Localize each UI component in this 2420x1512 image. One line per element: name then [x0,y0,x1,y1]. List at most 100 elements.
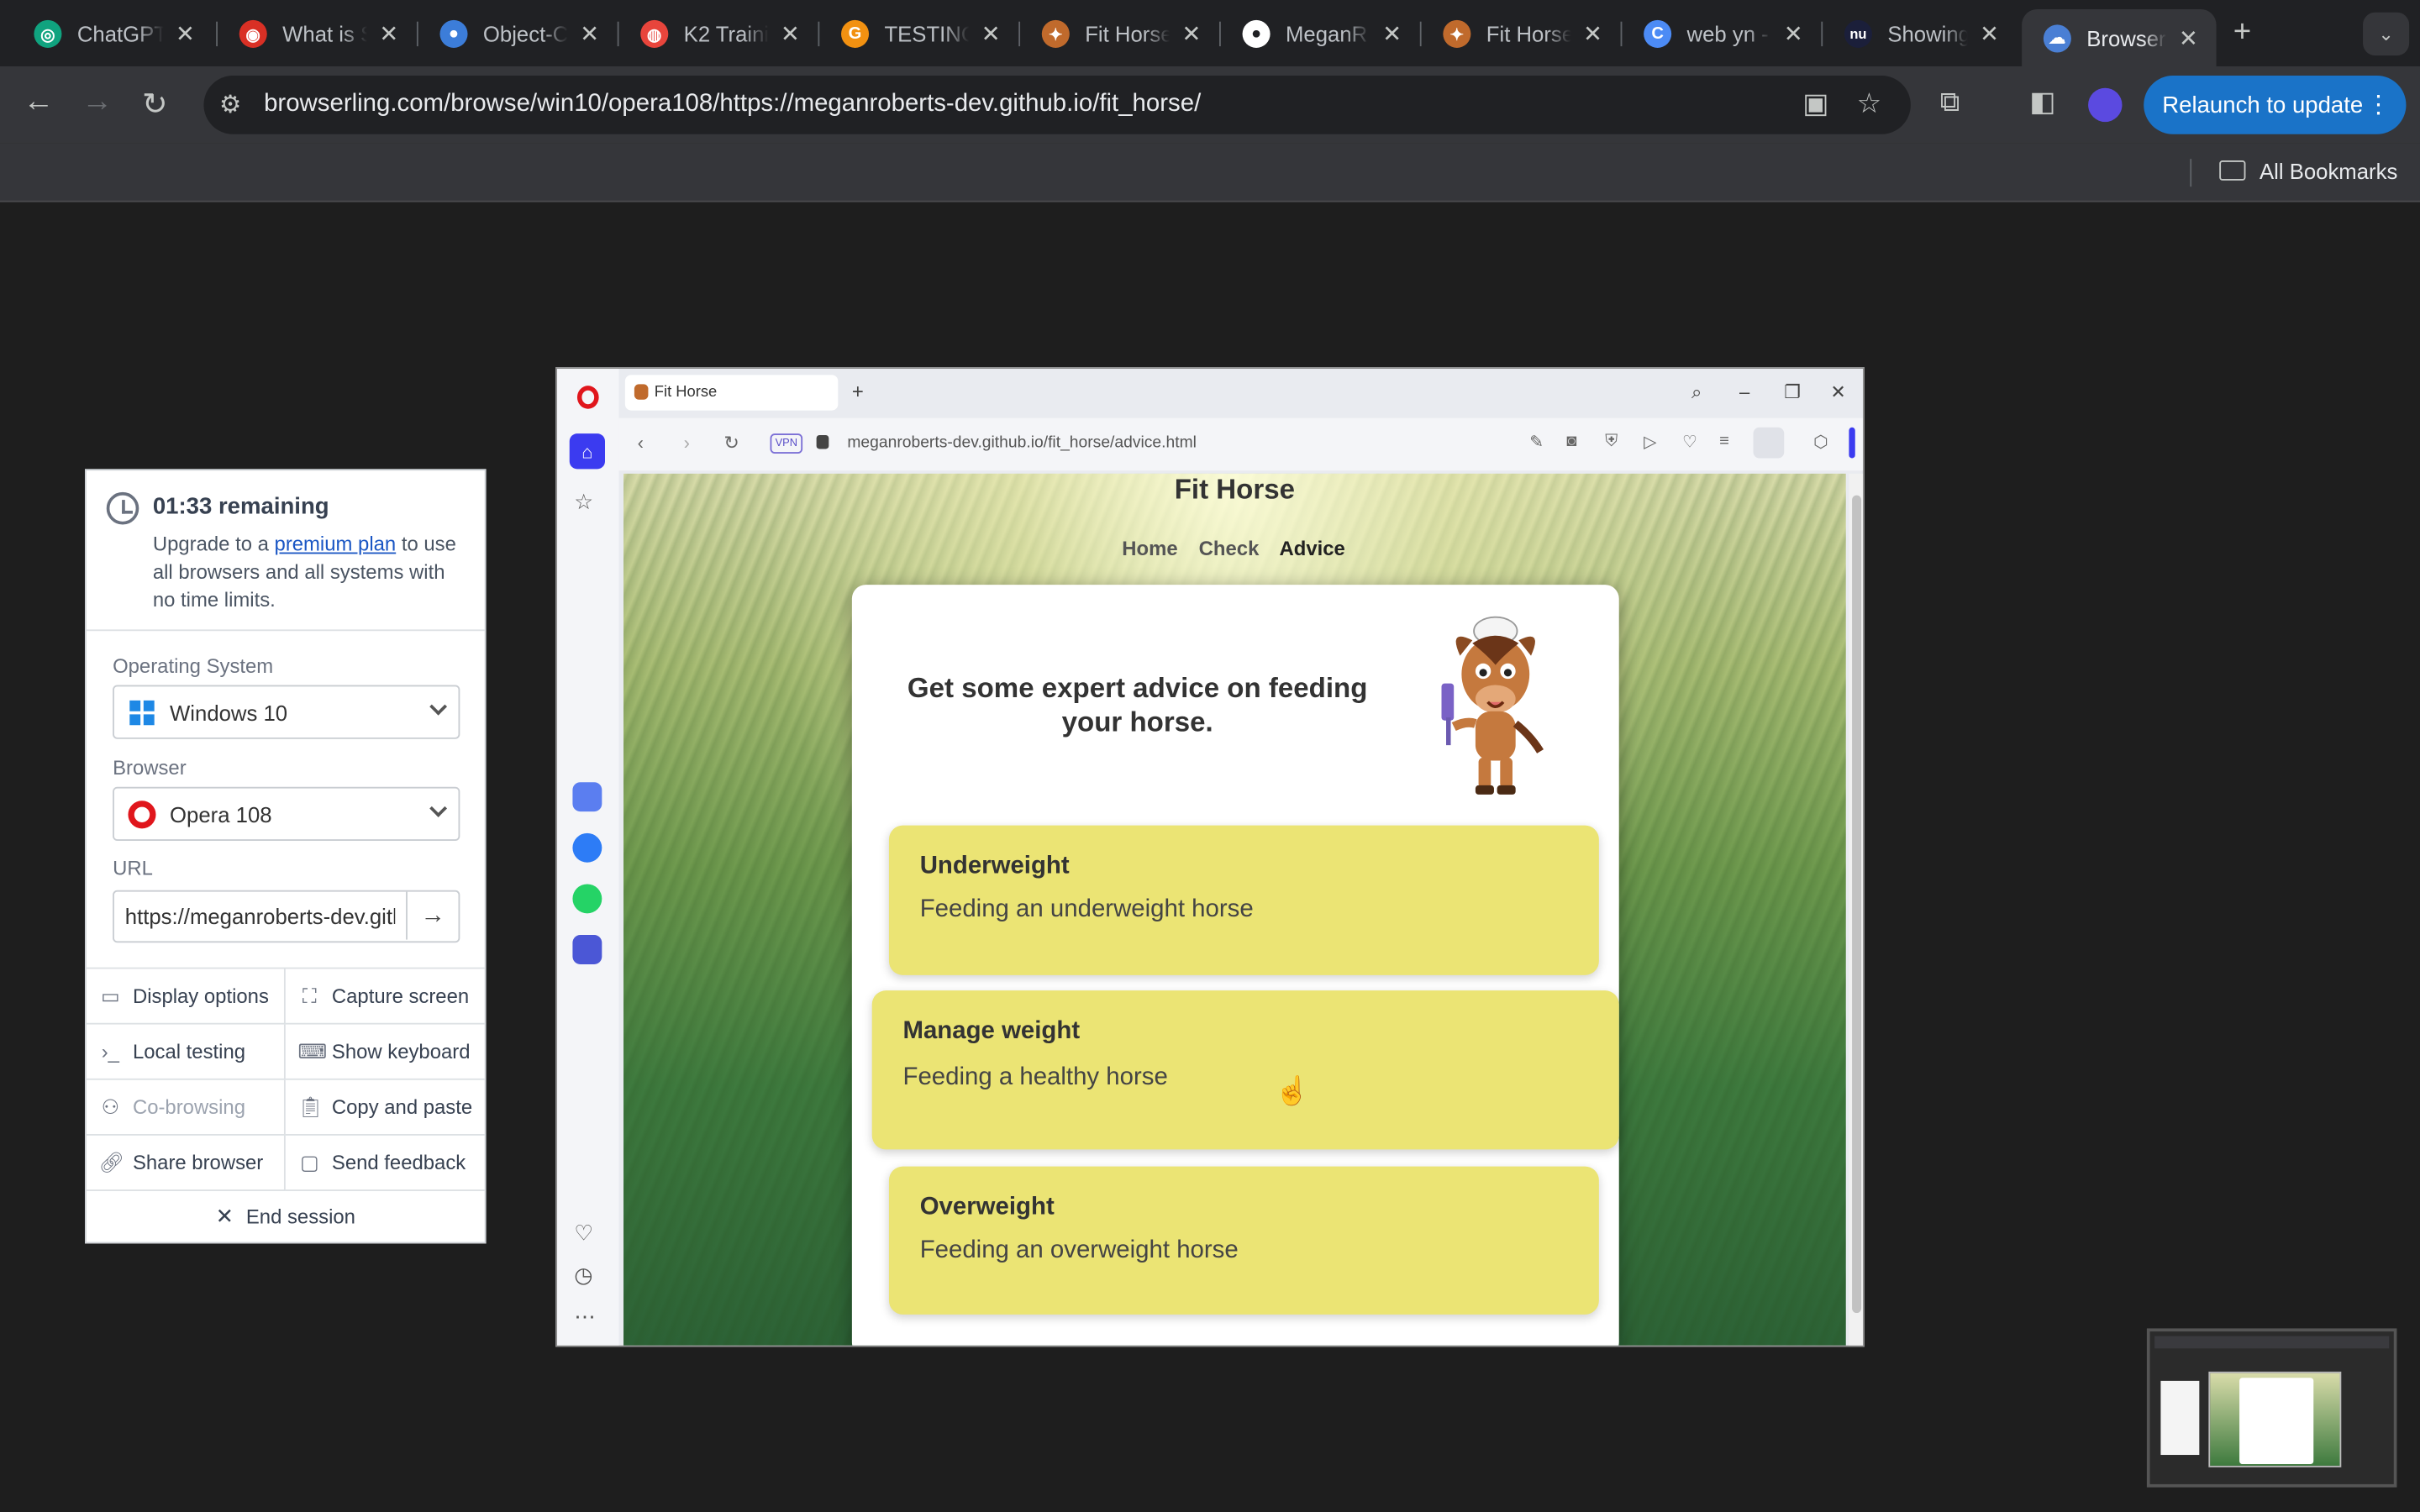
tab-github[interactable]: ● MeganR ✕ [1221,9,1420,59]
play-icon[interactable]: ▷ [1644,432,1657,452]
whatsapp-icon[interactable] [572,884,602,914]
close-tab-icon[interactable]: ✕ [778,20,802,48]
heart-icon[interactable]: ♡ [1682,432,1697,452]
opera-url[interactable]: meganroberts-dev.github.io/fit_horse/adv… [847,433,1197,452]
heart-icon[interactable]: ♡ [574,1221,593,1247]
remote-opera-window[interactable]: ⌂ ☆ ♡ ◷ ⋯ Fit Horse + ⌕ – ❐ ✕ ‹ › ↻ VPN [555,367,1865,1347]
relaunch-to-update-button[interactable]: Relaunch to update ⋮ [2144,75,2407,134]
url-input[interactable]: https://meganroberts-dev.github.io/fit_h… [125,904,395,928]
close-tab-icon[interactable]: ✕ [1781,20,1806,48]
close-tab-icon[interactable]: ✕ [1581,20,1605,48]
go-button[interactable]: → [406,891,458,940]
more-icon[interactable]: ⋯ [574,1304,596,1330]
box-icon[interactable]: ⬡ [1813,432,1828,452]
close-tab-icon[interactable]: ✕ [577,20,602,48]
history-icon[interactable]: ◷ [574,1262,592,1288]
tab-object-c[interactable]: ● Object-C ✕ [418,9,618,59]
new-tab-button[interactable]: + [2233,15,2251,50]
send-feedback-button[interactable]: ▢ Send feedback [285,1136,485,1191]
close-tab-icon[interactable]: ✕ [1179,20,1203,48]
aria-icon[interactable] [572,782,602,812]
page-viewport: Fit Horse Home Check Advice Get some exp… [623,473,1846,1346]
folder-icon [2219,160,2246,181]
tab-testing[interactable]: G TESTING ✕ [819,9,1018,59]
reload-icon[interactable]: ↻ [723,432,739,454]
forward-button[interactable]: → [82,85,113,120]
profile-avatar[interactable] [2088,87,2123,123]
option-manage-weight[interactable]: Manage weight Feeding a healthy horse [871,990,1619,1150]
tab-chatgpt[interactable]: ◎ ChatGPT ✕ [13,9,213,59]
forward-icon[interactable]: › [684,432,690,454]
menu-icon[interactable]: ≡ [1719,432,1729,450]
local-testing-button[interactable]: ›_ Local testing [86,1024,286,1080]
tab-search-button[interactable]: ⌄ [2363,12,2410,56]
display-options-button[interactable]: ▭ Display options [86,969,286,1025]
extensions-puzzle-icon[interactable]: ⧉ [1940,87,1960,119]
tab-fit-horse-1[interactable]: ✦ Fit Horse ✕ [1020,9,1219,59]
page-scrollbar[interactable] [1849,473,1863,1346]
vpn-badge[interactable]: VPN [770,433,803,454]
close-tab-icon[interactable]: ✕ [978,20,1002,48]
nav-check[interactable]: Check [1199,537,1260,560]
home-icon[interactable]: ⌂ [569,433,605,470]
arrow-right-icon: → [420,901,445,928]
all-bookmarks[interactable]: All Bookmarks [2260,159,2397,183]
tab-browserling-active[interactable]: ☁ Browser ✕ [2022,9,2217,66]
address-text[interactable]: browserling.com/browse/win10/opera108/ht… [264,91,1201,118]
camera-icon[interactable]: ◙ [1566,432,1576,450]
star-icon[interactable]: ☆ [574,489,593,515]
tab-what-is[interactable]: ◉ What is S ✕ [218,9,417,59]
site-info-icon[interactable]: ⚙ [219,90,241,121]
close-tab-icon[interactable]: ✕ [1977,20,2002,48]
option-underweight[interactable]: Underweight Feeding an underweight horse [888,825,1599,975]
messenger-icon[interactable] [572,832,602,863]
close-tab-icon[interactable]: ✕ [376,20,401,48]
side-panel-icon[interactable]: ◧ [2029,87,2055,119]
copy-and-paste-button[interactable]: 📋︎ Copy and paste [285,1080,485,1136]
bookmark-star-icon[interactable]: ☆ [1857,88,1882,121]
reload-button[interactable]: ↻ [142,85,168,123]
session-actions: ▭ Display options ⛶ Capture screen ›_ Local… [86,967,485,1191]
minimize-icon[interactable]: – [1739,381,1749,403]
tab-fit-horse-2[interactable]: ✦ Fit Horse ✕ [1422,9,1621,59]
share-browser-button[interactable]: 🔗︎ Share browser [86,1135,286,1191]
nav-home[interactable]: Home [1122,537,1177,560]
browser-select[interactable]: Opera 108 [113,786,460,842]
url-label: URL [113,856,153,879]
monitor-icon: ▭ [101,983,120,1007]
tab-web-yn[interactable]: C web yn - ✕ [1622,9,1821,59]
nav-advice[interactable]: Advice [1280,537,1345,560]
player-icon[interactable] [572,935,602,964]
option-overweight[interactable]: Overweight Feeding an overweight horse [888,1166,1599,1315]
close-tab-icon[interactable]: ✕ [173,20,197,48]
close-window-icon[interactable]: ✕ [1830,381,1845,403]
co-browsing-button[interactable]: ⚇ Co-browsing [86,1079,286,1136]
horse-icon [634,384,649,400]
back-button[interactable]: ← [24,85,55,120]
show-keyboard-button[interactable]: ⌨ Show keyboard [285,1025,485,1080]
clipboard-icon[interactable]: ▣ [1802,88,1828,121]
close-tab-icon[interactable]: ✕ [2176,24,2201,51]
target-icon: ◉ [239,19,267,48]
opera-tab-fit-horse[interactable]: Fit Horse [624,375,839,411]
tab-k2-training[interactable]: ◍ K2 Traini ✕ [619,9,818,59]
tab-showing[interactable]: nu Showing ✕ [1823,9,2017,59]
premium-plan-link[interactable]: premium plan [275,533,397,556]
opera-profile-icon[interactable] [1753,427,1785,459]
more-menu-icon[interactable]: ⋮ [2366,90,2391,121]
restore-icon[interactable]: ❐ [1784,381,1801,403]
browser-label: Browser [113,755,187,780]
edit-icon[interactable]: ✎ [1529,432,1544,452]
capture-screen-button[interactable]: ⛶ Capture screen [285,969,485,1025]
end-session-button[interactable]: ✕ End session [87,1189,485,1242]
opera-logo-icon[interactable] [576,386,599,409]
opera-new-tab-button[interactable]: + [852,380,864,403]
session-thumbnail[interactable] [2146,1328,2397,1488]
close-tab-icon[interactable]: ✕ [1380,20,1404,48]
shield-icon[interactable]: ⛨ [1605,432,1618,452]
back-icon[interactable]: ‹ [638,432,644,454]
os-select[interactable]: Windows 10 [113,685,460,739]
opera-search-icon[interactable]: ⌕ [1691,381,1702,405]
url-field[interactable]: https://meganroberts-dev.github.io/fit_h… [113,890,460,943]
address-bar[interactable]: ⚙ browserling.com/browse/win10/opera108/… [203,75,1911,134]
